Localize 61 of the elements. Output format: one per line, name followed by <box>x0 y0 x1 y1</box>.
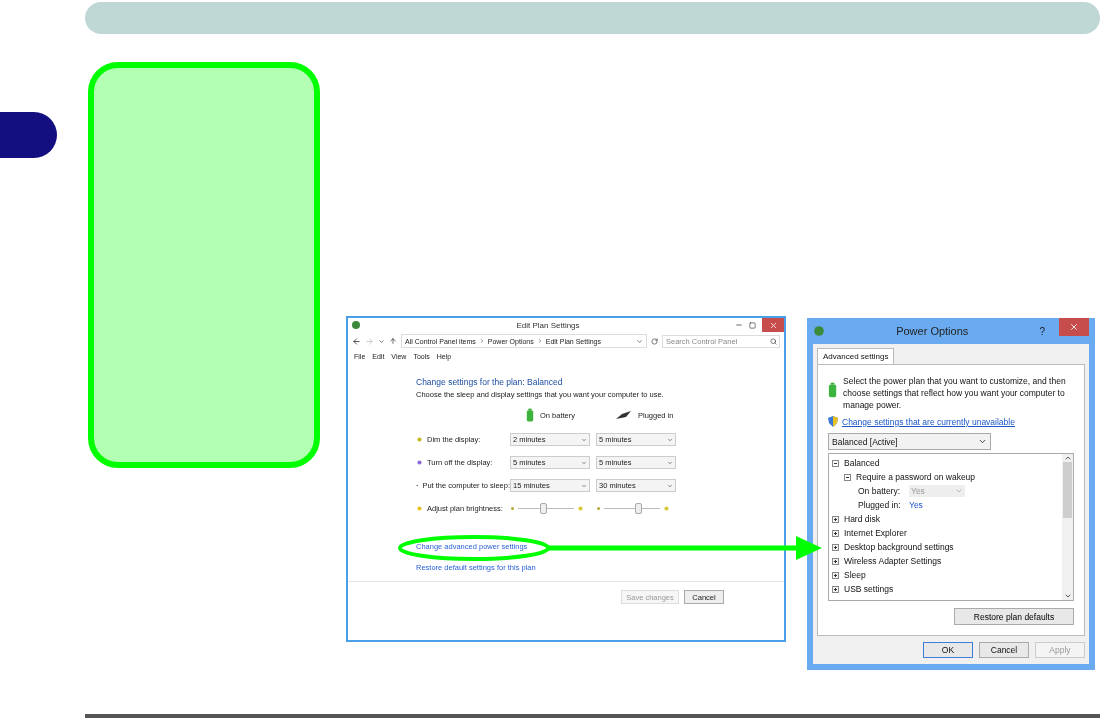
tree-item[interactable]: Hard disk <box>844 514 880 524</box>
setting-label: On battery: <box>858 486 902 496</box>
caret-icon <box>581 459 587 466</box>
minimize-icon[interactable] <box>735 321 743 329</box>
caret-icon <box>667 459 673 466</box>
dialog-title: Power Options <box>895 325 970 337</box>
up-icon[interactable] <box>389 337 397 345</box>
tree-item[interactable]: USB settings <box>844 584 894 594</box>
maximize-icon[interactable] <box>749 321 756 329</box>
caret-icon[interactable] <box>636 337 643 345</box>
expand-icon[interactable] <box>832 529 839 537</box>
chevron-icon <box>478 338 485 344</box>
ok-button[interactable]: OK <box>923 642 973 658</box>
battery-icon <box>526 408 534 422</box>
plan-heading: Change settings for the plan: Balanced <box>416 377 564 387</box>
tree-item[interactable]: Balanced <box>844 458 880 468</box>
tree-item[interactable]: Require a password on wakeup <box>856 472 976 482</box>
setting-label: Plugged in: <box>858 500 902 510</box>
caret-icon <box>978 437 987 446</box>
caret-icon <box>667 436 673 443</box>
caret-icon <box>581 482 587 489</box>
scroll-down-icon[interactable] <box>1063 592 1072 600</box>
collapse-icon[interactable] <box>844 473 851 481</box>
help-button[interactable]: ? <box>1039 325 1045 337</box>
close-button[interactable] <box>762 318 784 332</box>
app-icon <box>351 320 361 330</box>
chevron-icon <box>536 338 543 344</box>
tree-item[interactable]: Wireless Adapter Settings <box>844 556 942 566</box>
refresh-icon[interactable] <box>651 337 658 345</box>
scrollbar[interactable] <box>1062 454 1073 600</box>
slider-thumb[interactable] <box>540 503 548 514</box>
expand-icon[interactable] <box>832 515 839 523</box>
plug-icon <box>616 411 632 419</box>
restore-defaults-button[interactable]: Restore plan defaults <box>954 608 1074 625</box>
expand-icon[interactable] <box>832 557 839 565</box>
caret-icon[interactable] <box>378 337 385 345</box>
setting-value[interactable]: Yes <box>909 500 923 510</box>
caret-icon <box>667 482 673 489</box>
caret-icon <box>581 436 587 443</box>
close-icon <box>768 320 778 330</box>
shield-icon <box>828 416 838 427</box>
expand-icon[interactable] <box>832 571 839 579</box>
search-icon <box>770 337 777 345</box>
unavailable-settings-link[interactable]: Change settings that are currently unavailable <box>842 416 1015 427</box>
collapse-icon[interactable] <box>832 459 839 467</box>
back-icon[interactable] <box>352 336 361 346</box>
tree-item[interactable]: Internet Explorer <box>844 528 907 538</box>
tree-item[interactable]: Desktop background settings <box>844 542 954 552</box>
close-button[interactable] <box>1059 318 1089 336</box>
app-icon <box>813 325 825 337</box>
slider-thumb[interactable] <box>634 503 642 514</box>
dialog-description: Select the power plan that you want to customize, and then choose settings that reflect how you want your computer to manage power. <box>843 375 1067 411</box>
close-icon <box>1069 322 1079 332</box>
expand-icon[interactable] <box>832 585 839 593</box>
tree-item[interactable]: Sleep <box>844 570 866 580</box>
plan-dropdown[interactable]: Balanced [Active] <box>828 433 991 450</box>
cancel-button[interactable]: Cancel <box>979 642 1029 658</box>
expand-icon[interactable] <box>832 543 839 551</box>
caret-icon <box>955 487 963 495</box>
window-title: Edit Plan Settings <box>515 320 581 330</box>
scroll-up-icon[interactable] <box>1063 454 1072 462</box>
